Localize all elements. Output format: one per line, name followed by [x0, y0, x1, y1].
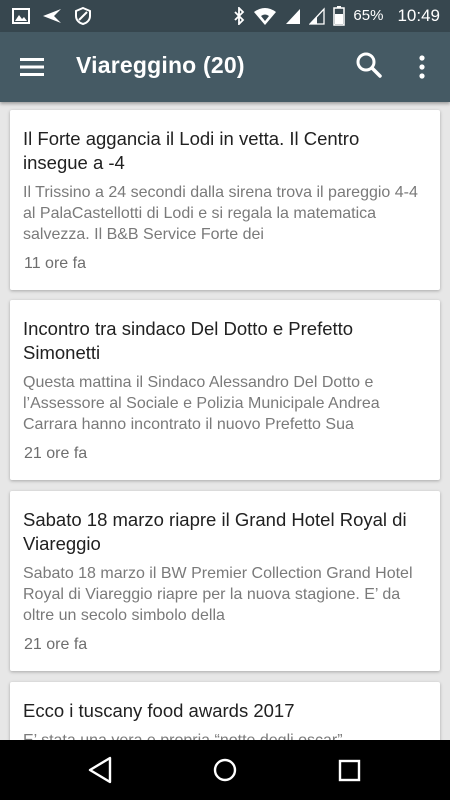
article-snippet: Il Trissino a 24 secondi dalla sirena tr… [23, 184, 418, 243]
article-title: Incontro tra sindaco Del Dotto e Prefett… [23, 318, 354, 363]
back-button[interactable] [86, 755, 116, 785]
navigation-bar [0, 740, 450, 800]
article-title: Ecco i tuscany food awards 2017 [23, 700, 295, 721]
send-icon [43, 9, 61, 23]
article-title: Il Forte aggancia il Lodi in vetta. Il C… [23, 128, 360, 173]
article-time: 21 ore fa [24, 636, 88, 653]
bluetooth-icon [234, 7, 245, 25]
article-time: 21 ore fa [24, 445, 88, 462]
signal-icon [286, 9, 301, 24]
article-snippet: E’ stata una vera e propria “notte degli… [23, 730, 428, 740]
article-list[interactable]: Il Forte aggancia il Lodi in vetta. Il C… [0, 102, 450, 740]
menu-button[interactable] [18, 52, 52, 82]
back-icon [88, 756, 112, 784]
article-card[interactable]: Sabato 18 marzo riapre il Grand Hotel Ro… [10, 491, 440, 671]
menu-icon [20, 58, 44, 76]
overflow-menu-button[interactable] [410, 50, 434, 84]
search-icon [356, 52, 382, 78]
article-card[interactable]: Il Forte aggancia il Lodi in vetta. Il C… [10, 110, 440, 290]
home-button[interactable] [210, 755, 240, 785]
clock: 10:49 [397, 6, 440, 25]
home-icon [213, 758, 237, 782]
search-button[interactable] [354, 50, 386, 82]
signal-icon [309, 7, 326, 25]
recents-icon [338, 759, 361, 782]
do-not-disturb-icon [75, 7, 91, 25]
app-bar: Viareggino (20) [0, 32, 450, 102]
notification-icons [12, 7, 92, 25]
recents-button[interactable] [336, 755, 366, 785]
image-icon [12, 8, 30, 24]
page-title: Viareggino (20) [76, 52, 245, 78]
battery-icon [333, 6, 346, 26]
wifi-icon [254, 8, 277, 25]
article-card[interactable]: Incontro tra sindaco Del Dotto e Prefett… [10, 300, 440, 480]
article-title: Sabato 18 marzo riapre il Grand Hotel Ro… [23, 509, 407, 554]
battery-percent: 65% [353, 7, 384, 24]
more-vert-icon [419, 55, 425, 79]
status-bar: 65% 10:49 [0, 0, 450, 32]
article-time: 11 ore fa [24, 255, 86, 272]
article-snippet: Questa mattina il Sindaco Alessandro Del… [23, 374, 380, 433]
article-card[interactable]: Ecco i tuscany food awards 2017 E’ stata… [10, 682, 440, 740]
system-icons: 65% 10:49 [233, 5, 440, 27]
article-snippet: Sabato 18 marzo il BW Premier Collection… [23, 565, 413, 624]
